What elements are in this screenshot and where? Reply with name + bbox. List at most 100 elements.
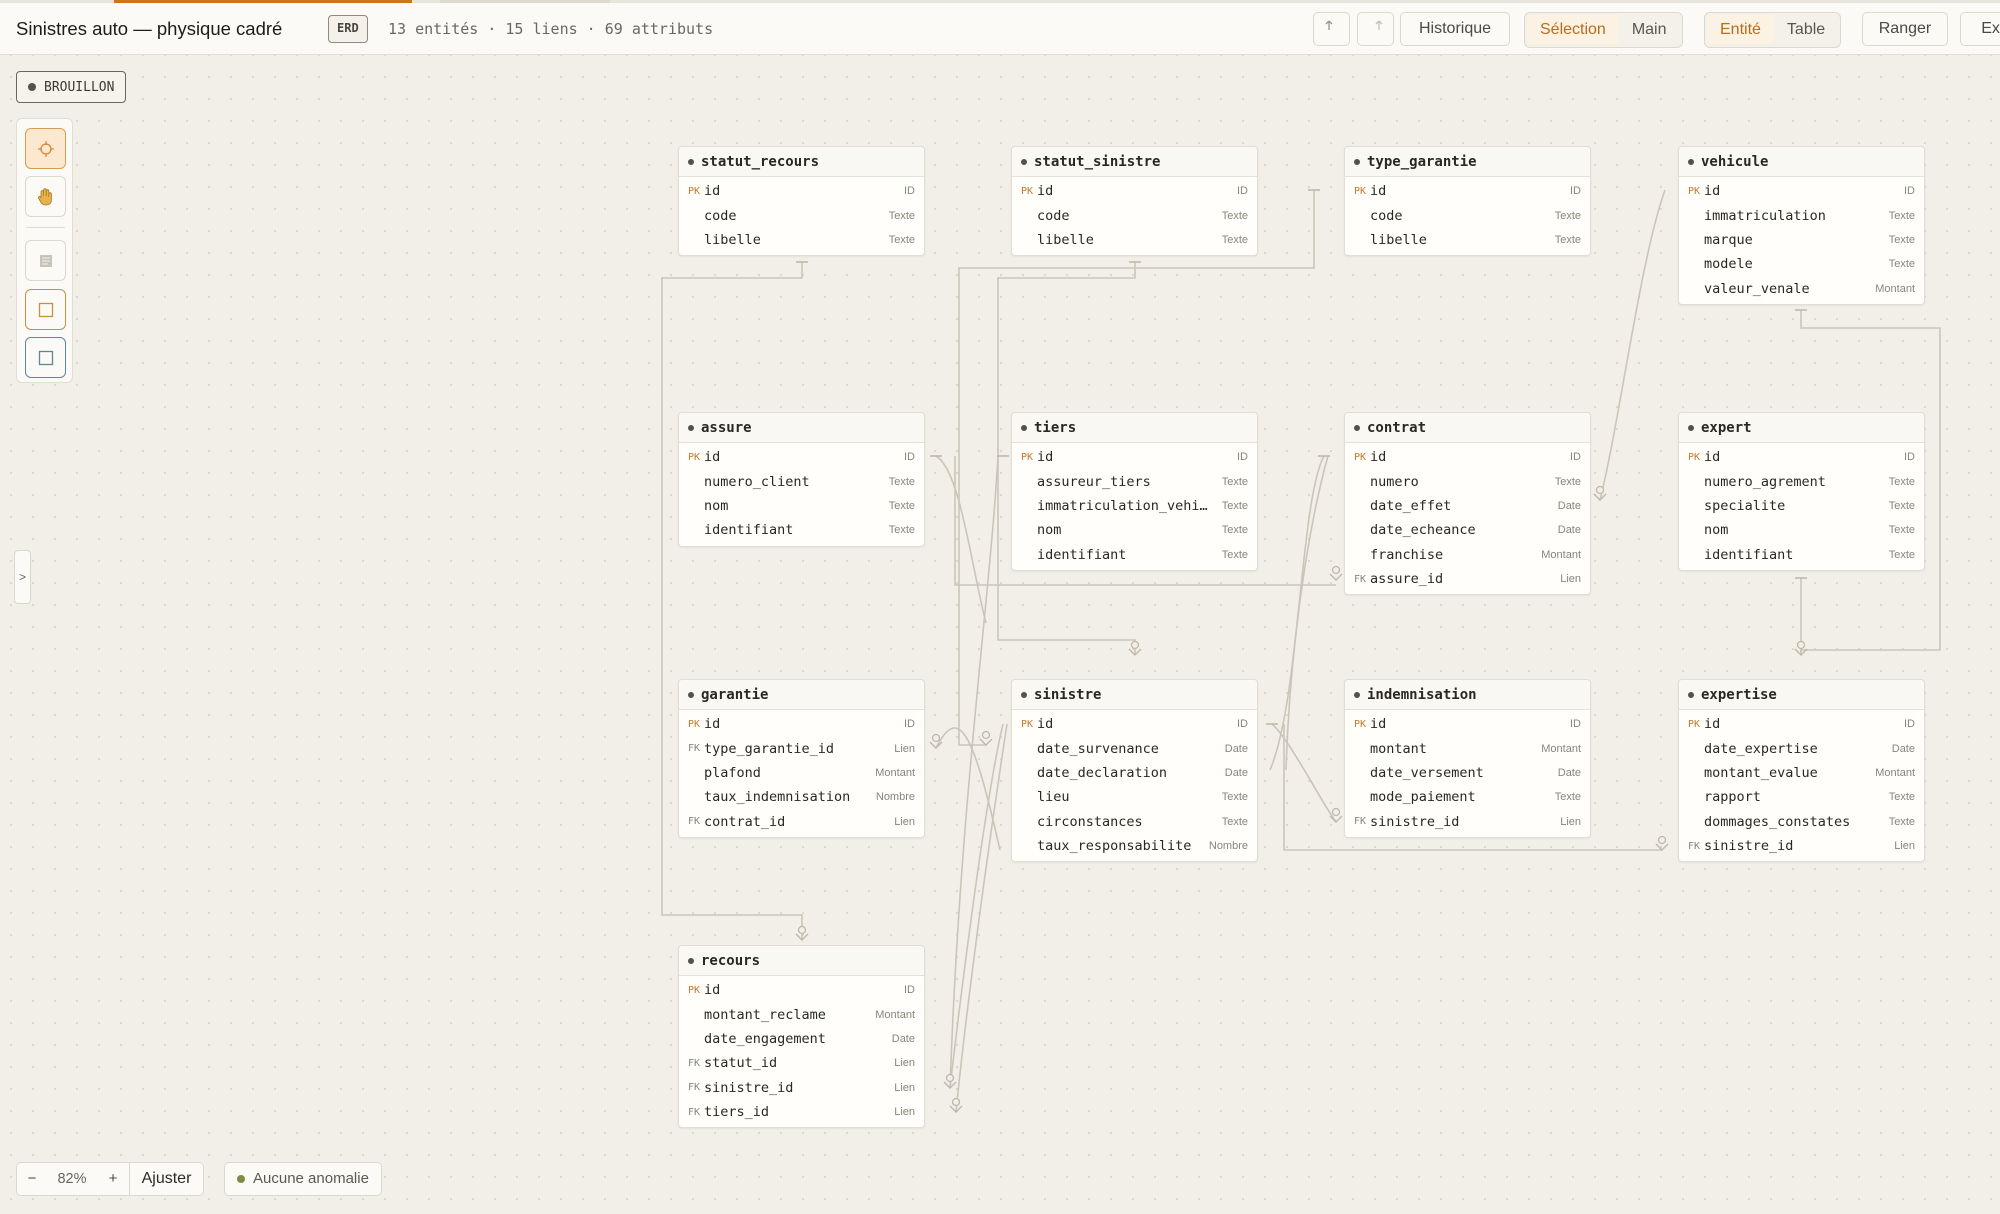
zoom-out-button[interactable]: −	[17, 1163, 47, 1195]
field-row[interactable]: date_expertise Date	[1679, 736, 1924, 760]
relationship-line[interactable]	[949, 455, 999, 1089]
field-row[interactable]: immatriculation_vehi… Texte	[1012, 494, 1257, 518]
mode-hand-button[interactable]: Main	[1619, 15, 1680, 44]
field-row[interactable]: FK sinistre_id Lien	[679, 1076, 924, 1100]
field-row[interactable]: identifiant Texte	[1679, 543, 1924, 567]
entity-recours[interactable]: recours PK id ID montant_reclame Montant date_…	[678, 945, 925, 1129]
add-entity-tool-button[interactable]	[25, 289, 66, 330]
field-row[interactable]: FK assure_id Lien	[1345, 567, 1590, 591]
relationship-line[interactable]	[1271, 723, 1337, 823]
entity-statut-recours[interactable]: statut_recours PK id ID code Texte libelle Text…	[678, 146, 925, 257]
field-row[interactable]: circonstances Texte	[1012, 810, 1257, 834]
field-row[interactable]: PK id ID	[1679, 445, 1924, 469]
entity-expert[interactable]: expert PK id ID numero_agrement Texte speciali…	[1678, 412, 1925, 571]
field-row[interactable]: PK id ID	[1012, 445, 1257, 469]
add-table-tool-button[interactable]	[25, 337, 66, 378]
field-row[interactable]: FK sinistre_id Lien	[1345, 810, 1590, 834]
redo-button[interactable]	[1357, 12, 1394, 46]
field-row[interactable]: PK id ID	[1679, 712, 1924, 736]
field-row[interactable]: date_versement Date	[1345, 761, 1590, 785]
field-row[interactable]: libelle Texte	[1345, 228, 1590, 252]
entity-garantie[interactable]: garantie PK id ID FK type_garantie_id Lien plaf…	[678, 679, 925, 838]
entity-statut-sinistre[interactable]: statut_sinistre PK id ID code Texte libelle Tex…	[1011, 146, 1258, 257]
field-row[interactable]: numero_client Texte	[679, 469, 924, 493]
entity-header[interactable]: vehicule	[1679, 147, 1924, 177]
anomaly-status[interactable]: Aucune anomalie	[224, 1162, 382, 1196]
field-row[interactable]: code Texte	[679, 203, 924, 227]
field-row[interactable]: FK contrat_id Lien	[679, 810, 924, 834]
hand-tool-button[interactable]	[25, 176, 66, 217]
field-row[interactable]: assureur_tiers Texte	[1012, 469, 1257, 493]
field-row[interactable]: PK id ID	[1012, 179, 1257, 203]
diagram-title[interactable]: Sinistres auto — physique cadré	[16, 18, 282, 40]
field-row[interactable]: identifiant Texte	[679, 518, 924, 542]
entity-header[interactable]: garantie	[679, 680, 924, 710]
field-row[interactable]: PK id ID	[679, 978, 924, 1002]
entity-header[interactable]: indemnisation	[1345, 680, 1590, 710]
field-row[interactable]: code Texte	[1012, 203, 1257, 227]
undo-button[interactable]	[1313, 12, 1350, 46]
fit-button[interactable]: Ajuster	[129, 1163, 203, 1195]
field-row[interactable]: FK sinistre_id Lien	[1679, 834, 1924, 858]
relationship-line[interactable]	[955, 723, 1008, 1113]
relationship-line[interactable]	[935, 727, 1001, 851]
entity-header[interactable]: statut_sinistre	[1012, 147, 1257, 177]
entity-header[interactable]: statut_recours	[679, 147, 924, 177]
field-row[interactable]: nom Texte	[1679, 518, 1924, 542]
field-row[interactable]: modele Texte	[1679, 252, 1924, 276]
field-row[interactable]: numero_agrement Texte	[1679, 469, 1924, 493]
field-row[interactable]: PK id ID	[679, 445, 924, 469]
entity-header[interactable]: tiers	[1012, 413, 1257, 443]
field-row[interactable]: mode_paiement Texte	[1345, 785, 1590, 809]
note-tool-button[interactable]	[25, 240, 66, 281]
field-row[interactable]: date_echeance Date	[1345, 518, 1590, 542]
zoom-in-button[interactable]: +	[97, 1163, 129, 1195]
entity-header[interactable]: assure	[679, 413, 924, 443]
relationship-line[interactable]	[1269, 455, 1325, 771]
field-row[interactable]: PK id ID	[1345, 179, 1590, 203]
field-row[interactable]: code Texte	[1345, 203, 1590, 227]
field-row[interactable]: rapport Texte	[1679, 785, 1924, 809]
entity-indemnisation[interactable]: indemnisation PK id ID montant Montant date_ve…	[1344, 679, 1591, 838]
field-row[interactable]: nom Texte	[1012, 518, 1257, 542]
field-row[interactable]: montant_reclame Montant	[679, 1002, 924, 1026]
field-row[interactable]: date_survenance Date	[1012, 736, 1257, 760]
select-tool-button[interactable]	[25, 128, 66, 169]
field-row[interactable]: franchise Montant	[1345, 543, 1590, 567]
entity-type-garantie[interactable]: type_garantie PK id ID code Texte libelle Texte	[1344, 146, 1591, 257]
entity-header[interactable]: recours	[679, 946, 924, 976]
history-button[interactable]: Historique	[1400, 12, 1510, 46]
field-row[interactable]: PK id ID	[1345, 712, 1590, 736]
entity-sinistre[interactable]: sinistre PK id ID date_survenance Date date_de…	[1011, 679, 1258, 863]
field-row[interactable]: montant Montant	[1345, 736, 1590, 760]
view-table-button[interactable]: Table	[1774, 15, 1838, 44]
field-row[interactable]: marque Texte	[1679, 228, 1924, 252]
field-row[interactable]: libelle Texte	[679, 228, 924, 252]
field-row[interactable]: FK tiers_id Lien	[679, 1100, 924, 1124]
entity-vehicule[interactable]: vehicule PK id ID immatriculation Texte marque…	[1678, 146, 1925, 305]
field-row[interactable]: taux_responsabilite Nombre	[1012, 834, 1257, 858]
entity-header[interactable]: expertise	[1679, 680, 1924, 710]
field-row[interactable]: PK id ID	[1012, 712, 1257, 736]
field-row[interactable]: PK id ID	[679, 179, 924, 203]
field-row[interactable]: valeur_venale Montant	[1679, 277, 1924, 301]
field-row[interactable]: PK id ID	[679, 712, 924, 736]
field-row[interactable]: date_effet Date	[1345, 494, 1590, 518]
entity-assure[interactable]: assure PK id ID numero_client Texte nom Texte id…	[678, 412, 925, 547]
entity-header[interactable]: expert	[1679, 413, 1924, 443]
arrange-button[interactable]: Ranger	[1862, 12, 1948, 46]
field-row[interactable]: immatriculation Texte	[1679, 203, 1924, 227]
entity-header[interactable]: sinistre	[1012, 680, 1257, 710]
entity-header[interactable]: type_garantie	[1345, 147, 1590, 177]
relationship-line[interactable]	[949, 723, 1004, 1089]
export-button[interactable]: Exp	[1960, 12, 2000, 46]
relationship-line[interactable]	[1285, 455, 1329, 771]
relationship-line[interactable]	[935, 455, 987, 624]
relationship-line[interactable]	[1599, 189, 1666, 501]
field-row[interactable]: date_engagement Date	[679, 1027, 924, 1051]
relationship-line[interactable]	[661, 262, 803, 940]
sidebar-toggle[interactable]: >	[14, 550, 31, 604]
field-row[interactable]: identifiant Texte	[1012, 543, 1257, 567]
field-row[interactable]: nom Texte	[679, 494, 924, 518]
field-row[interactable]: PK id ID	[1345, 445, 1590, 469]
